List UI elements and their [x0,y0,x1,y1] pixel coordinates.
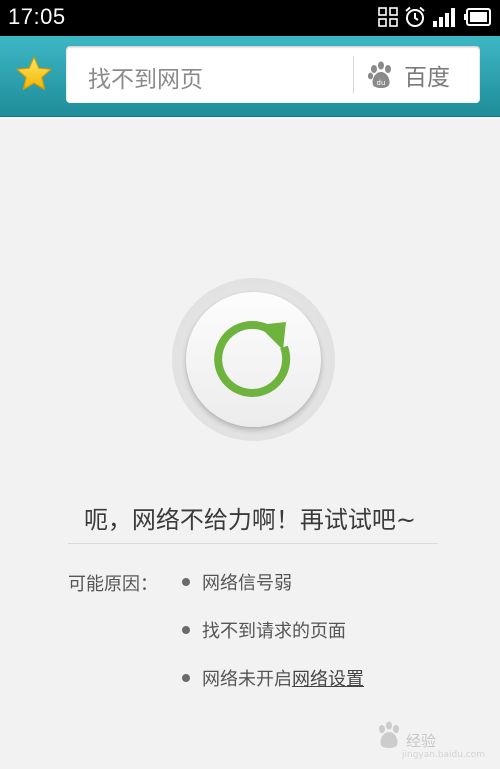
reason-text: 网络信号弱 [202,573,292,594]
content-divider [68,543,438,544]
browser-toolbar: 找不到网页 du 百度 [0,36,500,117]
reason-item: 网络信号弱 [182,570,364,594]
reason-text: 找不到请求的页面 [202,621,346,642]
watermark-subtext: jingyan.baidu.com [402,750,486,760]
reason-text: 网络未开启 [202,669,292,690]
reason-item: 网络未开启 网络设置 [182,666,364,690]
status-icons [378,6,492,28]
address-text: 找不到网页 [88,67,203,93]
watermark-paw-icon [379,721,399,748]
bullet-dot [182,626,190,634]
error-title: 呃，网络不给力啊！再试试吧~ [83,506,417,534]
status-bar: 17:05 [0,0,500,36]
apps-grid-icon [378,7,398,27]
refresh-icon [214,320,291,397]
reasons-label: 可能原因： [68,574,158,595]
watermark-text: 经验 [406,732,437,750]
address-divider [353,56,354,93]
address-bar[interactable]: 找不到网页 du 百度 [66,46,480,103]
reason-item: 找不到请求的页面 [182,618,364,642]
reload-button-ring [172,278,335,441]
network-settings-link[interactable]: 网络设置 [292,665,364,691]
bookmark-star-icon[interactable] [15,55,53,93]
alarm-clock-icon [405,6,425,27]
reload-button[interactable] [186,292,321,427]
bullet-dot [182,674,190,682]
bullet-dot [182,578,190,586]
search-engine-label: 百度 [404,64,450,91]
status-time: 17:05 [8,4,66,29]
search-engine-button[interactable]: du 百度 [366,46,450,103]
signal-strength-icon [433,8,455,27]
reason-list: 网络信号弱 找不到请求的页面 网络未开启 网络设置 [182,570,364,714]
battery-icon [464,8,491,26]
svg-text:du: du [377,79,386,87]
baidu-paw-icon: du [367,61,391,88]
watermark: 经验 jingyan.baidu.com [374,716,485,760]
